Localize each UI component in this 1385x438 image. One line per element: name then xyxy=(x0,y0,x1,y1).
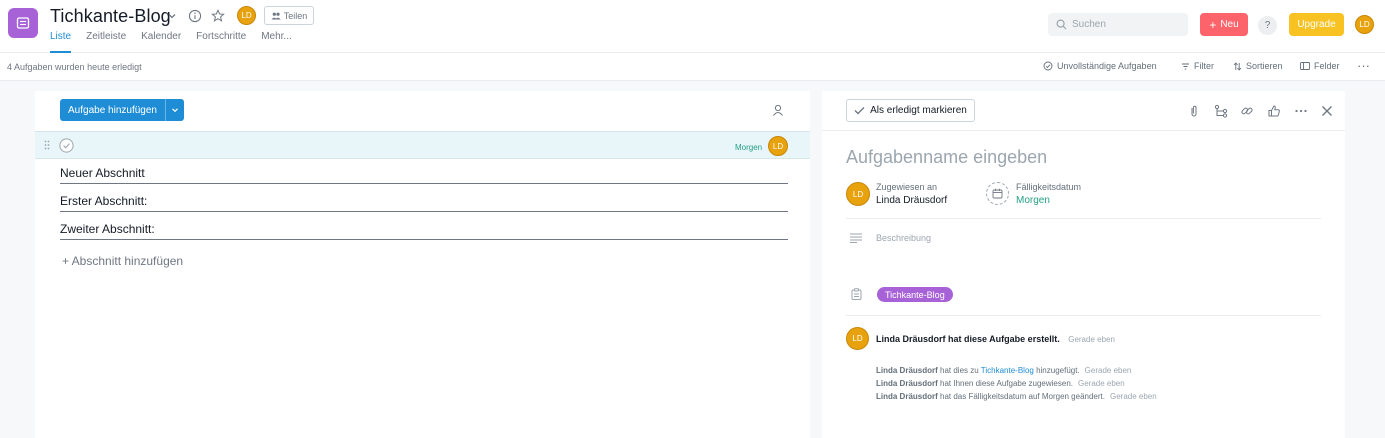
more-options-icon[interactable] xyxy=(1294,104,1308,118)
subtask-icon[interactable] xyxy=(1214,104,1228,118)
activity-item: Linda Dräusdorf hat dies zu Tichkante-Bl… xyxy=(876,366,1131,375)
task-assignee-avatar[interactable]: LD xyxy=(768,136,788,156)
task-detail-pane: Als erledigt markieren LD Zugewiesen an … xyxy=(822,91,1345,438)
top-header: Tichkante-Blog LD Teilen Liste Zeitleist… xyxy=(0,0,1385,53)
add-task-button[interactable]: Aufgabe hinzufügen xyxy=(60,99,165,121)
assignee-label: Zugewiesen an xyxy=(876,182,938,192)
complete-task-checkbox[interactable] xyxy=(59,138,74,153)
incomplete-label: Unvollständige Aufgaben xyxy=(1057,61,1157,71)
activity-created-time: Gerade eben xyxy=(1068,335,1115,344)
avatar[interactable]: LD xyxy=(237,6,256,25)
task-name-input[interactable] xyxy=(846,147,1316,168)
more-options-icon[interactable]: ··· xyxy=(1357,58,1370,73)
add-task-dropdown[interactable] xyxy=(165,99,184,121)
activity-text: hat Ihnen diese Aufgabe zugewiesen. xyxy=(937,379,1073,388)
due-date-value[interactable]: Morgen xyxy=(1016,195,1050,206)
project-tabs: Liste Zeitleiste Kalender Fortschritte M… xyxy=(50,31,307,53)
section-header[interactable]: Erster Abschnitt: xyxy=(60,194,788,212)
chevron-down-icon[interactable] xyxy=(165,9,179,23)
calendar-icon[interactable] xyxy=(986,182,1009,205)
new-button[interactable]: + Neu xyxy=(1200,13,1248,36)
chevron-down-icon xyxy=(172,108,178,113)
completed-note: 4 Aufgaben wurden heute erledigt xyxy=(7,62,142,72)
activity-item: Linda Dräusdorf hat das Fälligkeitsdatum… xyxy=(876,392,1157,401)
assignee-avatar[interactable]: LD xyxy=(846,182,870,206)
list-toolbar: 4 Aufgaben wurden heute erledigt Unvolls… xyxy=(0,53,1385,81)
assignee-name[interactable]: Linda Dräusdorf xyxy=(876,195,947,206)
close-icon[interactable] xyxy=(1320,104,1334,118)
filter-label: Filter xyxy=(1194,61,1214,71)
activity-text: hat das Fälligkeitsdatum auf Morgen geän… xyxy=(937,392,1105,401)
activity-avatar[interactable]: LD xyxy=(846,327,869,350)
link-icon[interactable] xyxy=(1240,104,1254,118)
activity-actor[interactable]: Linda Dräusdorf xyxy=(876,366,938,375)
description-field[interactable]: Beschreibung xyxy=(876,233,931,243)
filter-button[interactable]: Filter xyxy=(1181,61,1214,71)
star-icon[interactable] xyxy=(211,9,225,23)
activity-text: hinzugefügt. xyxy=(1033,366,1080,375)
detail-toolbar: Als erledigt markieren xyxy=(822,91,1345,131)
tab-mehr[interactable]: Mehr... xyxy=(261,31,292,53)
activity-time: Gerade eben xyxy=(1084,366,1132,375)
tab-fortschritte[interactable]: Fortschritte xyxy=(196,31,246,53)
section-header[interactable]: Zweiter Abschnitt: xyxy=(60,222,788,240)
fields-label: Felder xyxy=(1314,61,1340,71)
divider xyxy=(846,218,1321,219)
tab-liste[interactable]: Liste xyxy=(50,31,72,53)
activity-created: Linda Dräusdorf hat diese Aufgabe erstel… xyxy=(876,334,1115,344)
upgrade-button[interactable]: Upgrade xyxy=(1289,13,1344,36)
share-label: Teilen xyxy=(283,10,308,21)
project-title: Tichkante-Blog xyxy=(50,6,171,26)
search-input[interactable] xyxy=(1048,13,1188,36)
info-icon[interactable] xyxy=(188,9,202,23)
like-icon[interactable] xyxy=(1267,104,1281,118)
sort-label: Sortieren xyxy=(1246,61,1283,71)
sort-icon xyxy=(1233,61,1242,71)
filter-icon xyxy=(1182,63,1189,69)
activity-actor[interactable]: Linda Dräusdorf xyxy=(876,379,938,388)
add-task-split-button: Aufgabe hinzufügen xyxy=(60,99,184,121)
divider xyxy=(846,315,1321,316)
add-section-button[interactable]: + Abschnitt hinzufügen xyxy=(62,254,183,268)
search-icon xyxy=(1056,19,1067,30)
new-label: Neu xyxy=(1220,19,1239,30)
due-date-label: Fälligkeitsdatum xyxy=(1016,182,1082,192)
activity-text: hat dies zu xyxy=(937,366,981,375)
clipboard-icon xyxy=(851,288,862,300)
task-row[interactable]: Morgen LD xyxy=(35,131,810,159)
plus-icon: + xyxy=(1209,17,1217,32)
user-avatar[interactable]: LD xyxy=(1355,15,1374,34)
task-list-pane: Aufgabe hinzufügen Morgen LD Neuer Absch… xyxy=(35,91,810,438)
activity-time: Gerade eben xyxy=(1078,379,1125,388)
checkmark-icon xyxy=(854,107,865,115)
incomplete-tasks-button[interactable]: Unvollständige Aufgaben xyxy=(1043,61,1157,71)
project-tag[interactable]: Tichkante-Blog xyxy=(877,287,953,302)
activity-actor[interactable]: Linda Dräusdorf xyxy=(876,392,938,401)
activity-created-text: Linda Dräusdorf hat diese Aufgabe erstel… xyxy=(876,334,1060,344)
description-icon xyxy=(850,233,862,243)
tab-zeitleiste[interactable]: Zeitleiste xyxy=(86,31,126,53)
task-due-date[interactable]: Morgen xyxy=(735,143,762,152)
attachment-icon[interactable] xyxy=(1187,104,1201,118)
activity-time: Gerade eben xyxy=(1110,392,1157,401)
mark-complete-label: Als erledigt markieren xyxy=(870,105,967,116)
tab-kalender[interactable]: Kalender xyxy=(141,31,181,53)
section-header[interactable]: Neuer Abschnitt xyxy=(60,166,788,184)
share-button[interactable]: Teilen xyxy=(264,6,314,25)
fields-button[interactable]: Felder xyxy=(1300,61,1340,71)
project-list-icon[interactable] xyxy=(8,8,38,38)
drag-handle-icon[interactable] xyxy=(44,140,50,150)
activity-item: Linda Dräusdorf hat Ihnen diese Aufgabe … xyxy=(876,379,1125,388)
activity-project-link[interactable]: Tichkante-Blog xyxy=(981,366,1034,375)
check-circle-icon xyxy=(1043,61,1053,71)
help-button[interactable]: ? xyxy=(1258,16,1277,35)
fields-icon xyxy=(1300,62,1310,70)
sort-button[interactable]: Sortieren xyxy=(1233,61,1283,71)
people-icon xyxy=(271,12,281,19)
mark-complete-button[interactable]: Als erledigt markieren xyxy=(846,99,975,122)
person-icon[interactable] xyxy=(772,104,784,116)
